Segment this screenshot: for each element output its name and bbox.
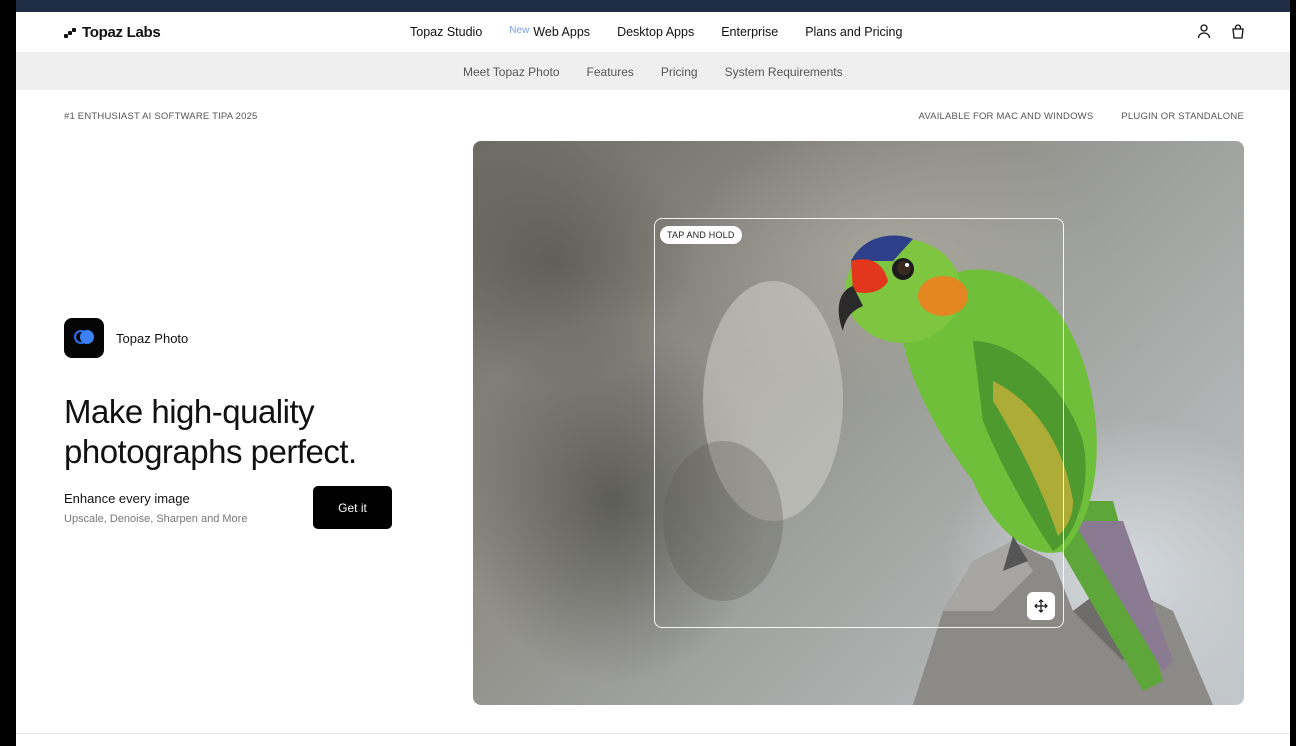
plugin-tagline: PLUGIN OR STANDALONE xyxy=(1121,111,1244,122)
logo[interactable]: Topaz Labs xyxy=(64,24,161,41)
subnav-item-pricing[interactable]: Pricing xyxy=(661,65,698,79)
hero-description: Upscale, Denoise, Sharpen and More xyxy=(64,513,248,525)
get-it-button[interactable]: Get it xyxy=(313,486,392,529)
section-divider xyxy=(16,733,1290,734)
sub-nav: Meet Topaz Photo Features Pricing System… xyxy=(16,52,1290,90)
topaz-photo-app-icon xyxy=(64,318,104,358)
subnav-item-meet-topaz-photo[interactable]: Meet Topaz Photo xyxy=(463,65,560,79)
nav-icons xyxy=(1196,23,1246,44)
product-name: Topaz Photo xyxy=(116,330,189,346)
move-arrows-icon[interactable] xyxy=(1027,592,1055,620)
hero-headline: Make high-quality photographs perfect. xyxy=(64,393,357,470)
award-tagline: #1 ENTHUSIAST AI SOFTWARE TIPA 2025 xyxy=(64,111,258,122)
compare-frame[interactable] xyxy=(654,218,1064,628)
nav-item-web-apps[interactable]: Web Apps xyxy=(533,25,590,39)
platform-taglines: AVAILABLE FOR MAC AND WINDOWS PLUGIN OR … xyxy=(919,111,1245,122)
hero-subtitle: Enhance every image xyxy=(64,491,190,506)
logo-mark-icon xyxy=(64,27,76,38)
nav-links: Topaz Studio New Web Apps Desktop Apps E… xyxy=(410,25,902,39)
subnav-item-features[interactable]: Features xyxy=(587,65,634,79)
subnav-links: Meet Topaz Photo Features Pricing System… xyxy=(463,65,843,79)
product-label: Topaz Photo xyxy=(64,318,188,358)
user-icon[interactable] xyxy=(1196,23,1212,44)
subnav-item-system-requirements[interactable]: System Requirements xyxy=(725,65,843,79)
page: Topaz Labs Topaz Studio New Web Apps Des… xyxy=(16,12,1290,746)
nav-item-topaz-studio[interactable]: Topaz Studio xyxy=(410,25,482,39)
nav-item-desktop-apps[interactable]: Desktop Apps xyxy=(617,25,694,39)
hero-image-compare[interactable]: TAP AND HOLD xyxy=(473,141,1244,705)
main-nav: Topaz Labs Topaz Studio New Web Apps Des… xyxy=(16,12,1290,52)
tap-and-hold-badge: TAP AND HOLD xyxy=(660,226,742,244)
logo-text: Topaz Labs xyxy=(82,24,161,41)
shopping-bag-icon[interactable] xyxy=(1230,23,1246,44)
browser-frame: Topaz Labs Topaz Studio New Web Apps Des… xyxy=(0,0,1296,746)
platform-tagline: AVAILABLE FOR MAC AND WINDOWS xyxy=(918,111,1094,122)
nav-new-badge: New xyxy=(509,25,530,36)
nav-item-enterprise[interactable]: Enterprise xyxy=(721,25,778,39)
browser-top-strip xyxy=(16,0,1290,12)
nav-item-plans-pricing[interactable]: Plans and Pricing xyxy=(805,25,902,39)
